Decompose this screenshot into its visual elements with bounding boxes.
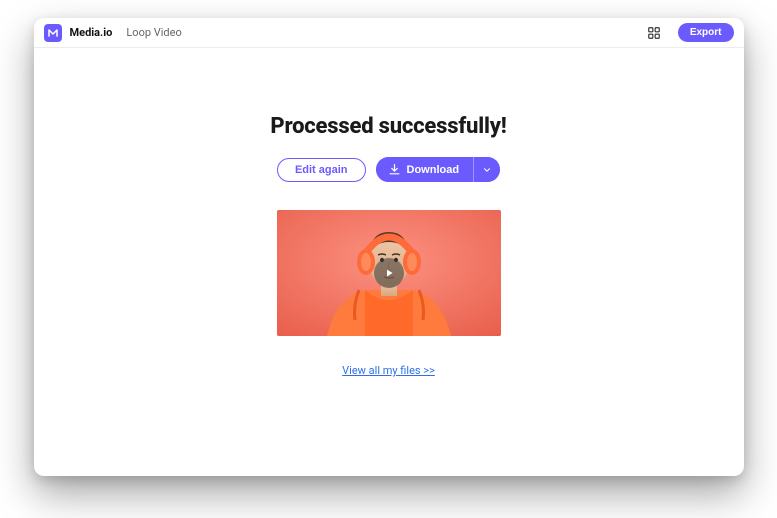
logo-icon — [47, 27, 59, 39]
download-button[interactable]: Download — [376, 157, 474, 182]
action-row: Edit again Download — [277, 157, 500, 182]
apps-grid-icon[interactable] — [646, 25, 662, 41]
play-icon — [383, 267, 395, 279]
brand-name: Media.io — [70, 26, 113, 39]
download-icon — [388, 163, 401, 176]
view-all-files-link[interactable]: View all my files >> — [342, 364, 435, 377]
chevron-down-icon — [482, 165, 492, 175]
edit-again-button[interactable]: Edit again — [277, 158, 366, 182]
top-bar: Media.io Loop Video Export — [34, 18, 744, 48]
main-content: Processed successfully! Edit again Downl… — [34, 48, 744, 476]
download-label: Download — [407, 164, 460, 176]
play-button[interactable] — [374, 258, 404, 288]
export-button[interactable]: Export — [678, 23, 734, 42]
app-window: Media.io Loop Video Export Processed suc… — [34, 18, 744, 476]
download-options-button[interactable] — [473, 157, 500, 182]
tool-name: Loop Video — [126, 26, 181, 39]
success-headline: Processed successfully! — [270, 114, 506, 139]
brand-logo — [44, 24, 62, 42]
video-thumbnail[interactable] — [277, 210, 501, 336]
download-button-group: Download — [376, 157, 501, 182]
